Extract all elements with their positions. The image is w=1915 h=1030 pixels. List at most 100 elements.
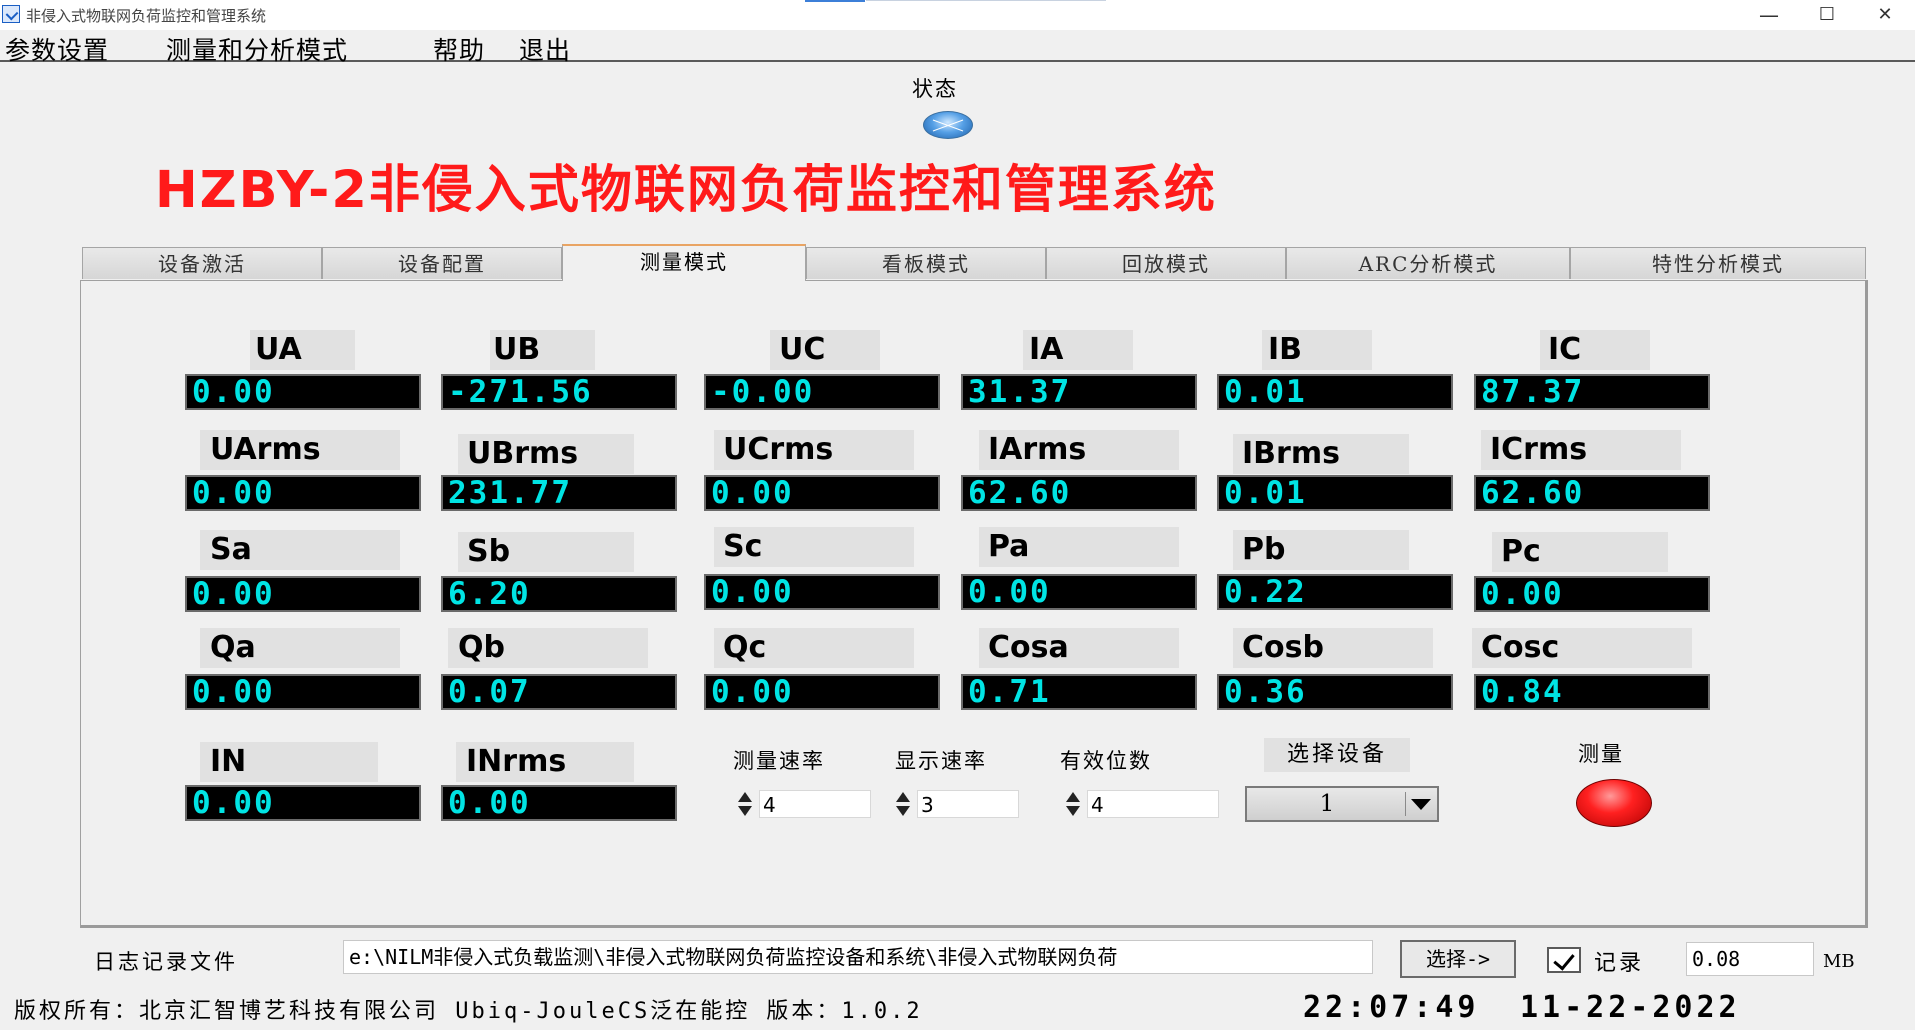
menu-measure-analysis-mode[interactable]: 测量和分析模式: [166, 31, 348, 67]
log-size-unit: MB: [1823, 951, 1855, 972]
measure-rate-spin-icon[interactable]: [733, 790, 757, 818]
measure-button[interactable]: [1576, 779, 1652, 827]
label-iarms: IArms: [979, 430, 1179, 470]
display-uc: -0.00: [704, 374, 940, 410]
display-ucrms: 0.00: [704, 475, 940, 511]
label-qb: Qb: [448, 628, 648, 668]
close-button[interactable]: ✕: [1858, 0, 1912, 30]
display-ic: 87.37: [1474, 374, 1710, 410]
label-sa: Sa: [200, 530, 400, 570]
significant-digits-input[interactable]: 4: [1087, 790, 1219, 818]
maximize-button[interactable]: ☐: [1800, 0, 1854, 30]
title-accent-line: [805, 0, 865, 2]
minimize-button[interactable]: —: [1742, 0, 1796, 30]
main-title: HZBY-2非侵入式物联网负荷监控和管理系统: [155, 161, 1217, 220]
display-rate-label: 显示速率: [895, 749, 987, 773]
select-device-label: 选择设备: [1264, 738, 1410, 772]
display-ibrms: 0.01: [1217, 475, 1453, 511]
significant-digits-spin-icon[interactable]: [1061, 790, 1085, 818]
window-title: 非侵入式物联网负荷监控和管理系统: [26, 7, 267, 25]
label-ubrms: UBrms: [458, 434, 634, 474]
label-ua: UA: [250, 330, 355, 370]
measure-rate-stepper[interactable]: 4: [733, 788, 873, 820]
display-ubrms: 231.77: [441, 475, 677, 511]
display-sb: 6.20: [441, 576, 677, 612]
label-uc: UC: [770, 330, 880, 370]
label-ia: IA: [1023, 330, 1133, 370]
label-qa: Qa: [200, 628, 400, 668]
tab-dashboard-mode[interactable]: 看板模式: [806, 247, 1046, 279]
display-pb: 0.22: [1217, 574, 1453, 610]
significant-digits-stepper[interactable]: 4: [1061, 788, 1221, 820]
tab-device-config[interactable]: 设备配置: [322, 247, 562, 279]
menu-exit[interactable]: 退出: [519, 31, 571, 67]
log-size-field: 0.08: [1686, 942, 1814, 976]
significant-digits-label: 有效位数: [1060, 749, 1152, 773]
display-iarms: 62.60: [961, 475, 1197, 511]
chevron-down-icon[interactable]: [1405, 792, 1435, 816]
display-ib: 0.01: [1217, 374, 1453, 410]
measure-rate-input[interactable]: 4: [759, 790, 871, 818]
log-path-field[interactable]: e:\NILM非侵入式负载监测\非侵入式物联网负荷监控设备和系统\非侵入式物联网…: [343, 940, 1373, 974]
tab-measure-mode[interactable]: 测量模式: [562, 244, 806, 281]
menu-parameter-settings[interactable]: 参数设置: [5, 31, 109, 67]
label-pc: Pc: [1492, 532, 1668, 572]
display-icrms: 62.60: [1474, 475, 1710, 511]
label-pb: Pb: [1233, 530, 1409, 570]
record-checkbox[interactable]: [1547, 947, 1581, 973]
display-ub: -271.56: [441, 374, 677, 410]
display-ia: 31.37: [961, 374, 1197, 410]
label-qc: Qc: [714, 628, 914, 668]
app-icon: [2, 5, 20, 23]
menu-help[interactable]: 帮助: [433, 31, 485, 67]
label-cosb: Cosb: [1233, 628, 1433, 668]
label-sc: Sc: [714, 527, 914, 567]
display-uarms: 0.00: [185, 475, 421, 511]
label-sb: Sb: [458, 532, 634, 572]
display-sc: 0.00: [704, 574, 940, 610]
menu-bar: 参数设置 测量和分析模式 帮助 退出: [0, 30, 1915, 65]
label-ucrms: UCrms: [714, 430, 914, 470]
display-sa: 0.00: [185, 576, 421, 612]
label-icrms: ICrms: [1481, 430, 1681, 470]
measure-rate-label: 测量速率: [733, 749, 825, 773]
device-select[interactable]: 1: [1245, 786, 1439, 822]
tab-arc-analysis-mode[interactable]: ARC分析模式: [1286, 247, 1570, 279]
clock-time: 22:07:49: [1303, 990, 1480, 1025]
display-qb: 0.07: [441, 674, 677, 710]
display-ua: 0.00: [185, 374, 421, 410]
display-cosb: 0.36: [1217, 674, 1453, 710]
display-in: 0.00: [185, 785, 421, 821]
label-in: IN: [200, 742, 378, 782]
measure-label: 测量: [1578, 742, 1624, 766]
record-label: 记录: [1594, 951, 1645, 976]
tab-device-activation[interactable]: 设备激活: [82, 247, 322, 279]
title-accent-line-2: [866, 0, 1106, 1]
copyright-text: 版权所有：北京汇智博艺科技有限公司 Ubiq-JouleCS泛在能控 版本：1.…: [14, 999, 923, 1024]
display-qa: 0.00: [185, 674, 421, 710]
label-cosc: Cosc: [1472, 628, 1692, 668]
label-ub: UB: [490, 330, 595, 370]
display-pc: 0.00: [1474, 576, 1710, 612]
display-inrms: 0.00: [441, 785, 677, 821]
choose-button[interactable]: 选择->: [1400, 940, 1516, 978]
tab-playback-mode[interactable]: 回放模式: [1046, 247, 1286, 279]
label-ib: IB: [1262, 330, 1372, 370]
label-pa: Pa: [979, 527, 1179, 567]
display-rate-spin-icon[interactable]: [891, 790, 915, 818]
label-inrms: INrms: [456, 742, 634, 782]
display-rate-stepper[interactable]: 3: [891, 788, 1021, 820]
device-select-value[interactable]: 1: [1247, 788, 1407, 820]
display-qc: 0.00: [704, 674, 940, 710]
label-cosa: Cosa: [979, 628, 1179, 668]
log-file-label: 日志记录文件: [94, 950, 238, 974]
display-cosa: 0.71: [961, 674, 1197, 710]
display-cosc: 0.84: [1474, 674, 1710, 710]
display-rate-input[interactable]: 3: [917, 790, 1019, 818]
label-uarms: UArms: [200, 430, 400, 470]
label-ic: IC: [1540, 330, 1650, 370]
display-pa: 0.00: [961, 574, 1197, 610]
tab-characteristic-analysis-mode[interactable]: 特性分析模式: [1570, 247, 1866, 279]
clock-date: 11-22-2022: [1520, 990, 1741, 1025]
status-indicator-icon: [923, 111, 973, 139]
